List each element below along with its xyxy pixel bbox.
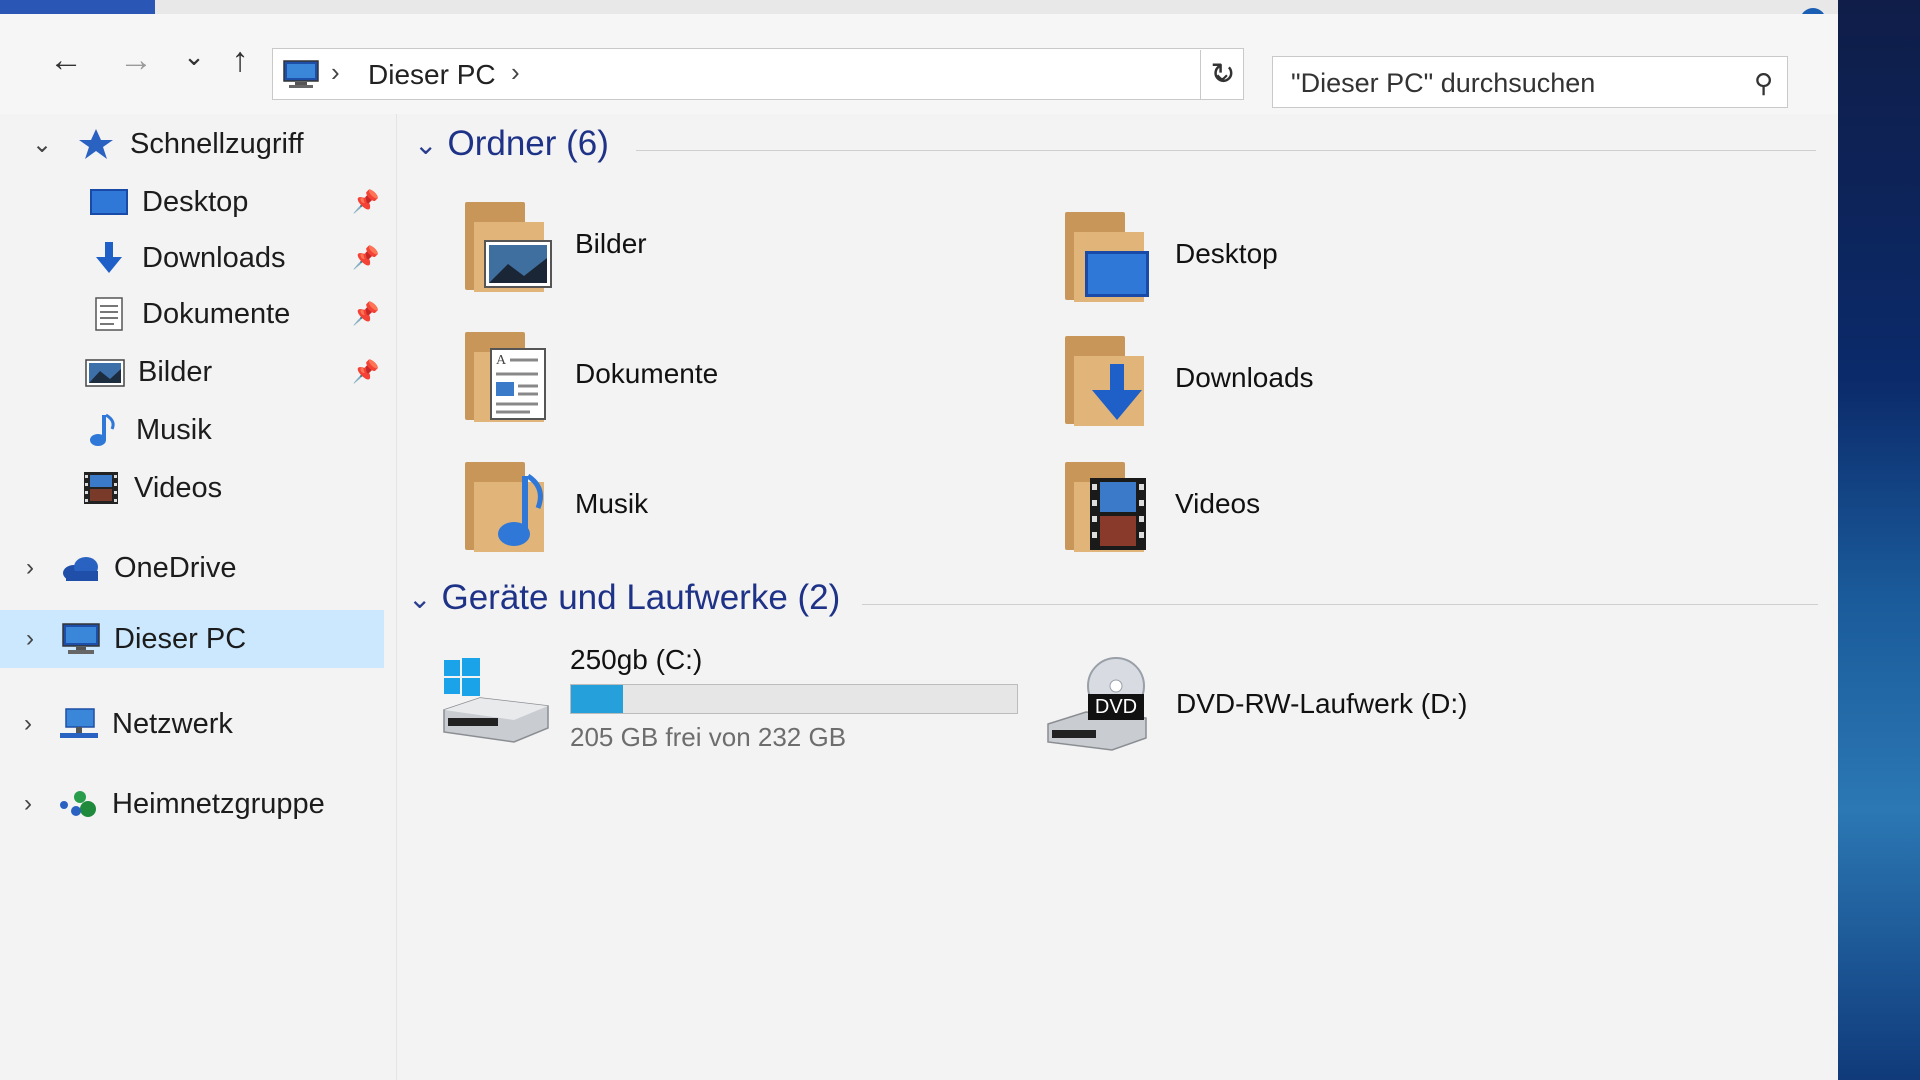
drive-usage-fill	[571, 685, 623, 713]
group-divider	[862, 604, 1818, 605]
collapse-chevron-icon[interactable]: ⌄	[414, 128, 437, 161]
sidebar-item-label: Heimnetzgruppe	[112, 787, 325, 820]
music-folder-icon	[460, 454, 555, 554]
ribbon-active-tab[interactable]	[0, 0, 155, 14]
expand-chevron-icon[interactable]: ›	[16, 554, 44, 582]
breadcrumb-separator[interactable]: ›	[511, 57, 520, 88]
sidebar-item-desktop[interactable]: Desktop 📌	[88, 176, 408, 228]
navigation-pane: ⌄ Schnellzugriff Desktop 📌 Downloads 📌 D…	[0, 114, 397, 1080]
drive-tile-d[interactable]: DVD DVD-RW-Laufwerk (D:)	[1046, 654, 1467, 754]
sidebar-item-label: Desktop	[142, 185, 249, 218]
folder-tile-pictures[interactable]: Bilder	[460, 194, 647, 294]
title-bar: ⌄ ?	[0, 0, 1838, 34]
sidebar-item-label: Dieser PC	[114, 622, 247, 655]
sidebar-item-label: Downloads	[142, 241, 286, 274]
dvd-badge: DVD	[1095, 696, 1137, 718]
desktop-wallpaper	[1838, 0, 1920, 1080]
cloud-icon	[60, 551, 102, 585]
folder-tile-videos[interactable]: Videos	[1060, 454, 1260, 554]
sidebar-item-label: Musik	[136, 413, 212, 446]
network-icon	[58, 707, 100, 741]
sidebar-item-documents[interactable]: Dokumente 📌	[88, 288, 408, 340]
search-icon[interactable]: ⚲	[1754, 69, 1773, 97]
collapse-chevron-icon[interactable]: ⌄	[28, 130, 56, 159]
group-header-drives[interactable]: ⌄ Geräte und Laufwerke (2)	[408, 578, 840, 618]
desktop-folder-icon	[1060, 204, 1155, 304]
expand-chevron-icon[interactable]: ›	[16, 625, 44, 653]
drive-usage-bar	[570, 684, 1018, 714]
pin-icon[interactable]: 📌	[352, 189, 379, 215]
folder-tile-documents[interactable]: A Dokumente	[460, 324, 718, 424]
windows-drive-icon	[440, 644, 550, 744]
expand-chevron-icon[interactable]: ›	[14, 790, 42, 818]
svg-text:A: A	[496, 353, 507, 368]
star-icon	[76, 127, 118, 161]
folder-tile-label: Videos	[1175, 488, 1261, 519]
documents-icon	[88, 297, 130, 331]
folder-tile-downloads[interactable]: Downloads	[1060, 328, 1314, 428]
sidebar-item-label: Bilder	[138, 355, 213, 388]
expand-chevron-icon[interactable]: ›	[14, 710, 42, 738]
computer-icon	[283, 60, 319, 88]
sidebar-item-downloads[interactable]: Downloads 📌	[88, 232, 408, 284]
sidebar-item-label: OneDrive	[114, 551, 237, 584]
downloads-folder-icon	[1060, 328, 1155, 428]
breadcrumb-this-pc[interactable]: Dieser PC	[368, 59, 496, 91]
drive-free-space: 205 GB frei von 232 GB	[570, 722, 847, 752]
sidebar-item-label: Dokumente	[142, 297, 291, 330]
up-button[interactable]: ↑	[220, 40, 260, 80]
sidebar-item-network[interactable]: › Netzwerk	[14, 698, 233, 750]
refresh-button[interactable]: ↻	[1200, 50, 1245, 100]
download-icon	[88, 241, 130, 275]
sidebar-item-label: Schnellzugriff	[130, 127, 304, 160]
search-input[interactable]: "Dieser PC" durchsuchen ⚲	[1272, 56, 1788, 108]
search-placeholder: "Dieser PC" durchsuchen	[1291, 68, 1596, 98]
sidebar-item-videos[interactable]: Videos	[80, 462, 222, 514]
pictures-folder-icon	[460, 194, 555, 294]
sidebar-item-onedrive[interactable]: › OneDrive	[16, 542, 237, 594]
collapse-chevron-icon[interactable]: ⌄	[408, 582, 431, 615]
sidebar-item-homegroup[interactable]: › Heimnetzgruppe	[14, 778, 325, 830]
breadcrumb-separator: ›	[331, 57, 340, 87]
recent-locations-button[interactable]: ⌄	[174, 36, 214, 76]
drive-tile-c[interactable]: 250gb (C:) 205 GB frei von 232 GB	[440, 644, 1018, 753]
back-button[interactable]: ←	[46, 40, 86, 80]
group-divider	[636, 150, 1816, 151]
computer-icon	[60, 622, 102, 656]
folder-tile-label: Downloads	[1175, 362, 1314, 393]
folder-tile-label: Musik	[575, 488, 649, 519]
videos-folder-icon	[1060, 454, 1155, 554]
pin-icon[interactable]: 📌	[352, 301, 379, 327]
sidebar-item-this-pc[interactable]: › Dieser PC	[0, 610, 384, 668]
sidebar-item-label: Videos	[134, 471, 223, 504]
sidebar-item-music[interactable]: Musik	[82, 404, 212, 456]
forward-button[interactable]: →	[116, 40, 156, 80]
pin-icon[interactable]: 📌	[352, 359, 379, 385]
sidebar-item-quick-access[interactable]: ⌄ Schnellzugriff	[28, 118, 304, 170]
homegroup-icon	[58, 787, 100, 821]
sidebar-item-label: Netzwerk	[112, 707, 233, 740]
music-icon	[82, 413, 124, 447]
desktop-icon	[88, 185, 130, 219]
folder-tile-desktop[interactable]: Desktop	[1060, 204, 1278, 304]
group-header-folders[interactable]: ⌄ Ordner (6)	[414, 124, 609, 164]
pictures-icon	[84, 355, 126, 389]
file-explorer-window: ⌄ ? ← → ⌄ ↑ › Dieser PC › ⌄ ↻ "Dieser PC…	[0, 0, 1838, 1080]
group-header-label: Ordner (6)	[447, 124, 609, 163]
drive-label: DVD-RW-Laufwerk (D:)	[1176, 688, 1468, 719]
address-bar[interactable]: › Dieser PC › ⌄	[272, 48, 1244, 100]
folder-tile-label: Bilder	[575, 228, 647, 259]
videos-icon	[80, 471, 122, 505]
drive-info: 250gb (C:) 205 GB frei von 232 GB	[570, 644, 1018, 753]
sidebar-item-pictures[interactable]: Bilder 📌	[84, 346, 408, 398]
content-pane: ⌄ Ordner (6) Bilder Desktop A Dokumente	[400, 114, 1838, 1080]
folder-tile-music[interactable]: Musik	[460, 454, 648, 554]
documents-folder-icon: A	[460, 324, 555, 424]
group-header-label: Geräte und Laufwerke (2)	[441, 578, 841, 617]
dvd-drive-icon: DVD	[1046, 654, 1156, 754]
folder-tile-label: Desktop	[1175, 238, 1278, 269]
pin-icon[interactable]: 📌	[352, 245, 379, 271]
drive-label: 250gb (C:)	[570, 644, 703, 675]
folder-tile-label: Dokumente	[575, 358, 719, 389]
